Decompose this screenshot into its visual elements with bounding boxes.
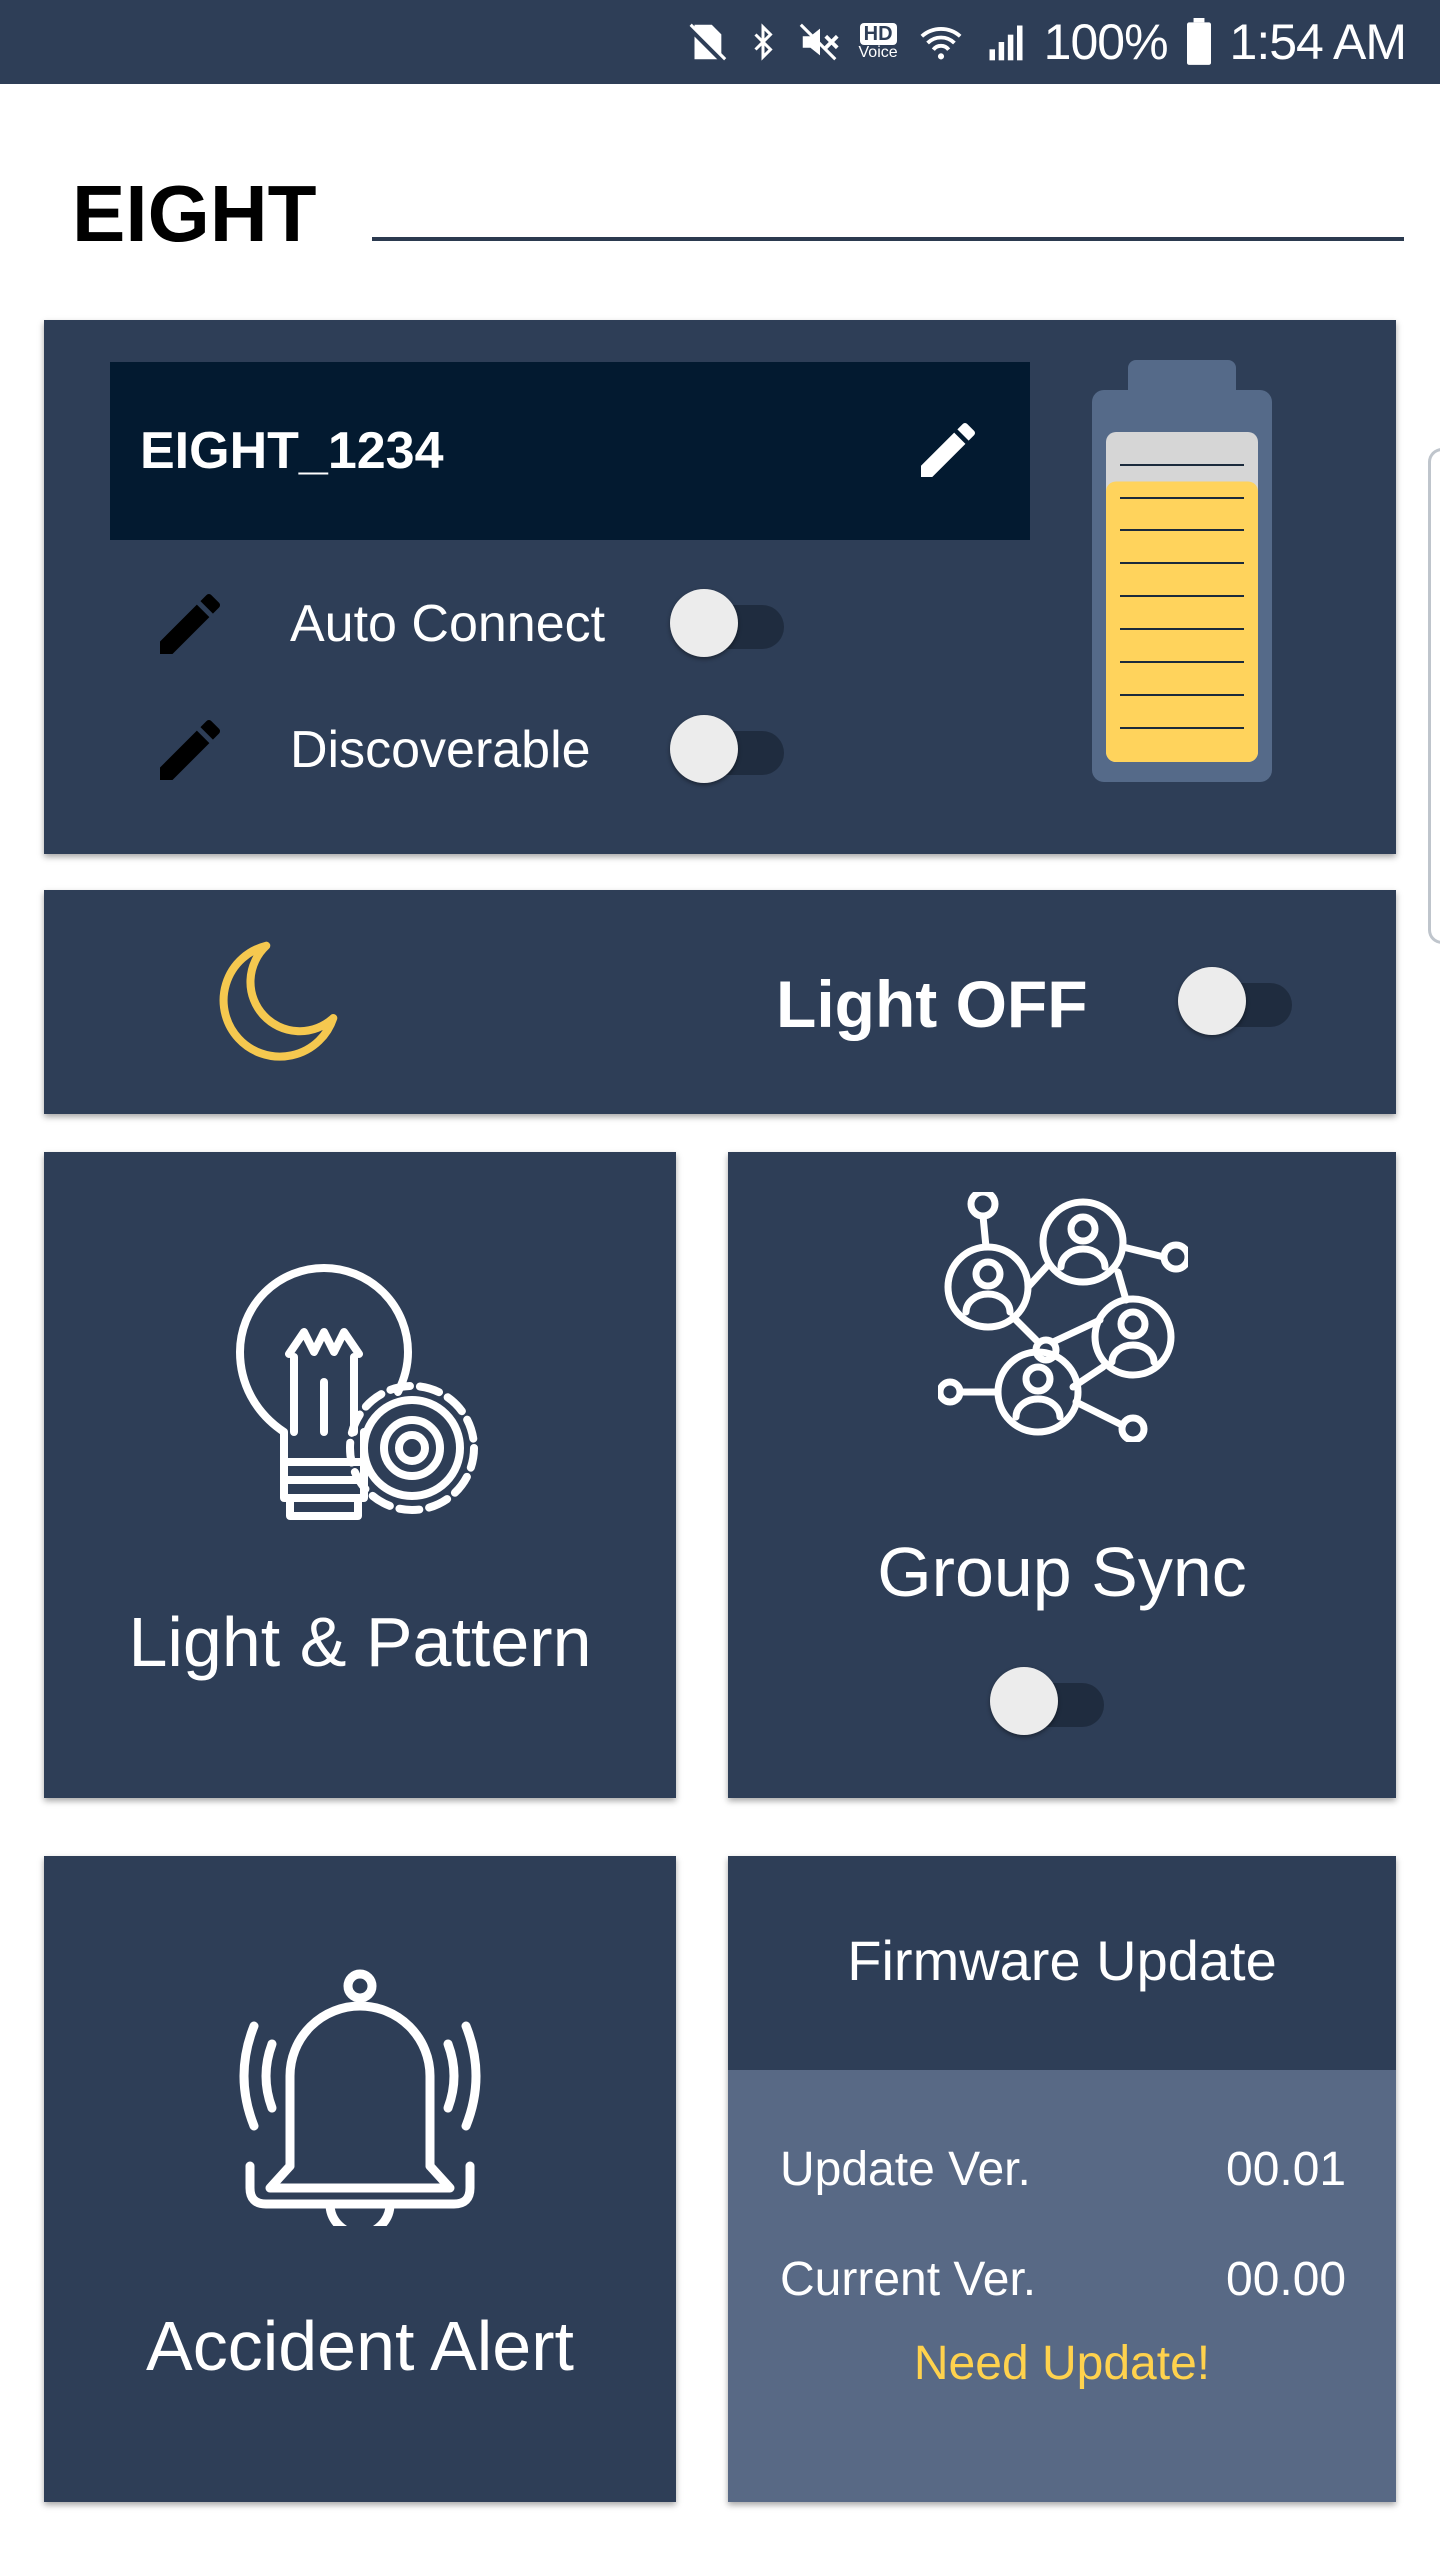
update-status: Need Update!	[913, 2337, 1211, 2390]
clock: 1:54 AM	[1229, 14, 1407, 70]
battery-icon	[1186, 18, 1211, 65]
mute-icon	[799, 23, 839, 61]
firmware-title: Firmware Update	[847, 1929, 1277, 1992]
auto-connect-label: Auto Connect	[290, 595, 606, 653]
signal-icon	[989, 25, 1023, 61]
group-sync-label: Group Sync	[877, 1533, 1247, 1611]
header-divider	[372, 237, 1404, 241]
accident-alert-tile[interactable]: Accident Alert	[44, 1856, 676, 2502]
current-version-value: 00.00	[1226, 2253, 1347, 2306]
no-sim-icon	[686, 23, 726, 64]
light-pattern-tile[interactable]: Light & Pattern	[44, 1152, 676, 1798]
hd-voice-icon: HD Voice	[859, 23, 898, 61]
group-sync-tile[interactable]: Group Sync	[728, 1152, 1396, 1798]
group-network-icon	[938, 1192, 1188, 1442]
bluetooth-icon	[753, 23, 773, 61]
group-sync-toggle[interactable]	[990, 1666, 1110, 1736]
update-version-value: 00.01	[1226, 2143, 1347, 2196]
wifi-icon	[920, 27, 962, 60]
battery-percent: 100%	[1043, 14, 1169, 70]
accident-alert-label: Accident Alert	[146, 2307, 574, 2385]
toggle-thumb	[990, 1667, 1058, 1735]
bulb-gear-icon	[236, 1264, 478, 1520]
discoverable-toggle[interactable]	[670, 714, 790, 784]
light-toggle[interactable]	[1178, 966, 1298, 1036]
toggle-thumb	[1178, 967, 1246, 1035]
alarm-bell-icon	[239, 1969, 481, 2226]
device-name: EIGHT_1234	[140, 422, 444, 480]
firmware-tile[interactable]: Firmware Update Update Ver. 00.01 Curren…	[728, 1856, 1396, 2502]
light-status-label: Light OFF	[776, 967, 1088, 1041]
brand-title: EIGHT	[72, 169, 317, 258]
scroll-indicator	[1428, 448, 1440, 944]
firmware-details: Update Ver. 00.01 Current Ver. 00.00 Nee…	[728, 2070, 1396, 2502]
device-battery-icon	[1092, 360, 1272, 782]
update-version-label: Update Ver.	[780, 2143, 1031, 2196]
status-bar: HD Voice 100% 1:54 AM	[0, 0, 1440, 84]
current-version-label: Current Ver.	[780, 2253, 1037, 2306]
discoverable-pencil-icon	[160, 719, 221, 780]
discoverable-label: Discoverable	[290, 721, 591, 779]
auto-connect-pencil-icon	[160, 593, 221, 654]
toggle-thumb	[670, 589, 738, 657]
toggle-thumb	[670, 715, 738, 783]
edit-pencil-icon[interactable]	[912, 414, 984, 486]
light-pattern-label: Light & Pattern	[128, 1603, 592, 1681]
moon-icon	[219, 941, 338, 1061]
hd-label: HD	[859, 23, 897, 45]
auto-connect-toggle[interactable]	[670, 588, 790, 658]
voice-label: Voice	[858, 44, 898, 61]
device-name-field[interactable]: EIGHT_1234	[110, 362, 1030, 540]
